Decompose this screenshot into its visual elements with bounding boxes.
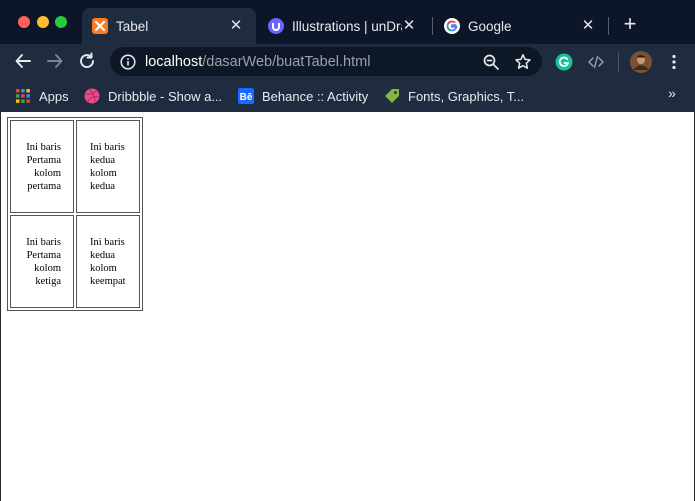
cell-text: Ini baris Pertama kolom ketiga bbox=[26, 236, 61, 287]
bookmark-dribbble[interactable]: Dribbble - Show a... bbox=[84, 85, 222, 107]
table-cell: Ini baris Pertama kolom pertama bbox=[10, 120, 74, 213]
bookmark-label: Fonts, Graphics, T... bbox=[408, 88, 525, 104]
bookmark-fonts-graphics[interactable]: Fonts, Graphics, T... bbox=[384, 85, 524, 107]
bookmark-label: Apps bbox=[39, 88, 69, 104]
new-tab-button[interactable]: + bbox=[620, 13, 640, 35]
cell-text: Ini baris Pertama kolom pertama bbox=[26, 141, 61, 192]
cell-text: Ini baris kedua kolom kedua bbox=[90, 141, 125, 192]
minimize-window-button[interactable] bbox=[37, 16, 49, 28]
address-bar[interactable]: localhost/dasarWeb/buatTabel.html bbox=[110, 47, 542, 76]
bookmarks-overflow-icon[interactable]: » bbox=[664, 84, 680, 102]
url-host: localhost bbox=[145, 53, 203, 70]
grammarly-extension-icon[interactable] bbox=[554, 52, 574, 72]
reload-button[interactable] bbox=[76, 50, 98, 72]
zoom-icon[interactable] bbox=[482, 53, 500, 71]
behance-icon: Bē bbox=[238, 88, 254, 104]
browser-chrome: Tabel ✕ Illustrations | unDraw ✕ Google … bbox=[0, 0, 695, 112]
dribbble-icon bbox=[84, 88, 100, 104]
forward-button[interactable] bbox=[44, 50, 66, 72]
profile-avatar[interactable] bbox=[630, 51, 652, 73]
url-text[interactable]: localhost/dasarWeb/buatTabel.html bbox=[145, 54, 370, 70]
tab-strip: Tabel ✕ Illustrations | unDraw ✕ Google … bbox=[0, 0, 695, 44]
table-cell: Ini baris kedua kolom keempat bbox=[76, 215, 140, 308]
tab-title: Tabel bbox=[116, 18, 149, 34]
tab-close-icon[interactable]: ✕ bbox=[580, 18, 596, 34]
page-content: Ini baris Pertama kolom pertama Ini bari… bbox=[0, 112, 695, 501]
table-row: Ini baris Pertama kolom ketiga Ini baris… bbox=[10, 215, 140, 308]
undraw-icon bbox=[268, 18, 284, 34]
reload-icon bbox=[80, 52, 94, 68]
apps-grid-icon bbox=[15, 88, 31, 104]
data-table: Ini baris Pertama kolom pertama Ini bari… bbox=[7, 117, 143, 311]
svg-text:Bē: Bē bbox=[240, 92, 253, 103]
tab-divider bbox=[608, 17, 609, 35]
tab-tabel[interactable]: Tabel ✕ bbox=[82, 8, 256, 44]
table-cell: Ini baris Pertama kolom ketiga bbox=[10, 215, 74, 308]
tab-close-icon[interactable]: ✕ bbox=[228, 18, 244, 34]
tab-divider bbox=[432, 17, 433, 35]
bookmark-star-icon[interactable] bbox=[514, 53, 532, 71]
bookmark-label: Dribbble - Show a... bbox=[108, 88, 223, 104]
tab-google[interactable]: Google ✕ bbox=[434, 8, 608, 44]
tab-title: Google bbox=[468, 18, 512, 34]
google-icon bbox=[444, 18, 460, 34]
menu-kebab-icon[interactable] bbox=[664, 52, 684, 72]
tab-close-icon[interactable]: ✕ bbox=[402, 18, 416, 34]
back-button[interactable] bbox=[12, 50, 34, 72]
info-icon[interactable] bbox=[120, 53, 136, 70]
xampp-icon bbox=[92, 18, 108, 34]
table-cell: Ini baris kedua kolom kedua bbox=[76, 120, 140, 213]
maximize-window-button[interactable] bbox=[55, 16, 67, 28]
tab-undraw[interactable]: Illustrations | unDraw ✕ bbox=[258, 8, 428, 44]
cell-text: Ini baris kedua kolom keempat bbox=[90, 236, 126, 287]
tag-icon bbox=[384, 88, 400, 104]
table-row: Ini baris Pertama kolom pertama Ini bari… bbox=[10, 120, 140, 213]
code-extension-icon[interactable] bbox=[586, 52, 606, 72]
close-window-button[interactable] bbox=[18, 16, 30, 28]
url-path: /dasarWeb/buatTabel.html bbox=[202, 53, 371, 70]
bookmark-apps[interactable]: Apps bbox=[15, 85, 69, 107]
arrow-right-icon bbox=[47, 54, 63, 68]
bookmark-label: Behance :: Activity bbox=[262, 88, 369, 104]
bookmark-behance[interactable]: Bē Behance :: Activity bbox=[238, 85, 368, 107]
tab-title: Illustrations | unDraw bbox=[292, 18, 402, 34]
bookmarks-bar: Apps Dribbble - Show a... Bē Behance :: … bbox=[0, 82, 695, 112]
toolbar-divider bbox=[618, 52, 619, 72]
arrow-left-icon bbox=[15, 54, 31, 68]
